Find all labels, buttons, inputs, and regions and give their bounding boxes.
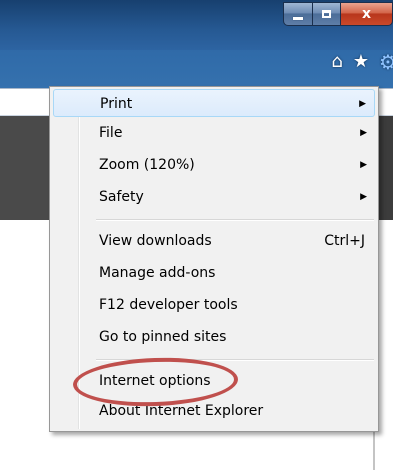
menu-item-label: About Internet Explorer [99,403,264,419]
menu-item-shortcut: Ctrl+J [324,233,365,249]
menu-item-go-to-pinned-sites[interactable]: Go to pinned sites [53,323,375,351]
caption-buttons: x [283,2,393,26]
submenu-arrow-icon: ▶ [360,128,367,138]
menu-item-label: View downloads [99,233,212,249]
command-icons: ⌂ ★ ⚙ [331,50,393,74]
minimize-button[interactable] [283,2,313,26]
menu-item-label: Go to pinned sites [99,329,227,345]
menu-item-safety[interactable]: Safety ▶ [53,183,375,211]
menu-item-internet-options[interactable]: Internet options [53,367,375,395]
minimize-icon [293,16,303,20]
submenu-arrow-icon: ▶ [359,99,366,109]
menu-item-label: Zoom (120%) [99,157,195,173]
menu-item-zoom[interactable]: Zoom (120%) ▶ [53,151,375,179]
menu-item-manage-add-ons[interactable]: Manage add-ons [53,259,375,287]
tools-gear-icon[interactable]: ⚙ [379,50,393,74]
close-icon: x [361,6,372,22]
menu-item-label: Manage add-ons [99,265,216,281]
menu-item-label: File [99,125,123,141]
maximize-button[interactable] [313,2,341,26]
menu-item-label: Safety [99,189,144,205]
favorites-star-icon[interactable]: ★ [353,50,369,74]
submenu-arrow-icon: ▶ [360,160,367,170]
submenu-arrow-icon: ▶ [360,192,367,202]
maximize-icon [322,10,331,18]
home-icon[interactable]: ⌂ [331,50,342,74]
close-button[interactable]: x [341,2,393,26]
tools-menu: Print ▶ File ▶ Zoom (120%) ▶ Safety ▶ Vi… [49,86,379,432]
menu-item-view-downloads[interactable]: View downloads Ctrl+J [53,227,375,255]
menu-item-file[interactable]: File ▶ [53,119,375,147]
menu-separator [96,359,374,361]
menu-item-label: F12 developer tools [99,297,238,313]
menu-item-about-internet-explorer[interactable]: About Internet Explorer [53,397,375,425]
menu-separator [96,219,374,221]
menu-item-f12-developer-tools[interactable]: F12 developer tools [53,291,375,319]
menu-item-print[interactable]: Print ▶ [53,89,375,117]
menu-item-label: Print [100,96,133,112]
menu-item-label: Internet options [99,373,211,389]
